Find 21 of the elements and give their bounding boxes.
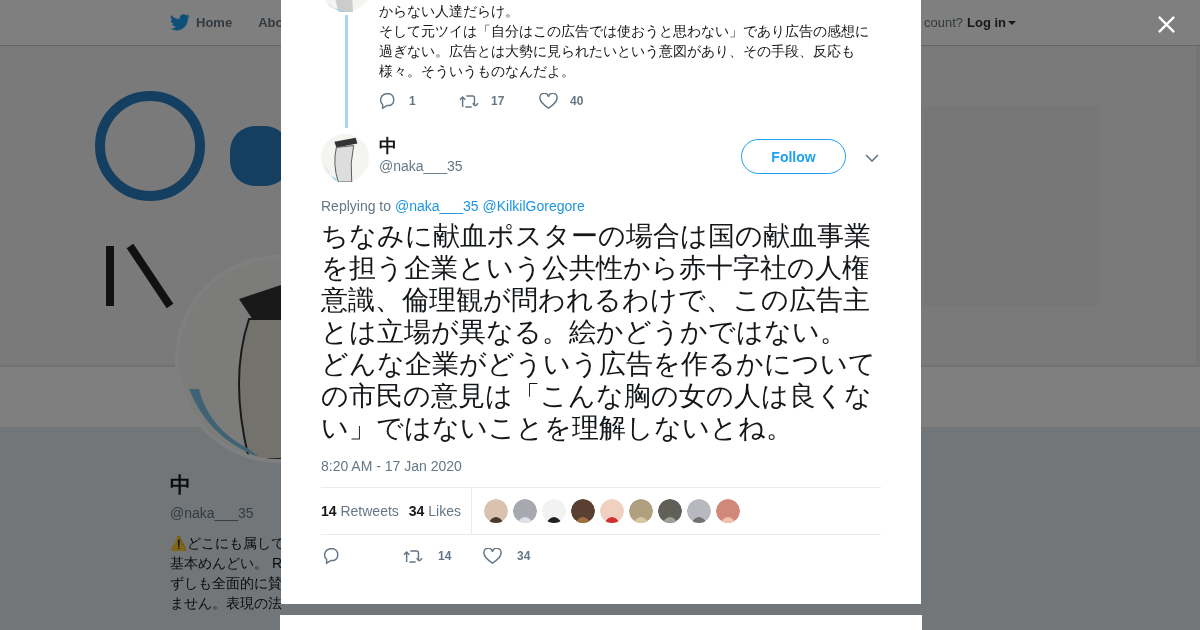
timestamp: 8:20 AM - 17 Jan 2020: [321, 458, 463, 474]
tweet-text: からない人達だらけ。: [379, 2, 520, 21]
profile-handle: @naka___35: [170, 505, 255, 521]
bird-icon: [170, 14, 190, 31]
stat-link[interactable]: 34 Likes: [408, 503, 461, 519]
account-prompt: count?: [923, 15, 963, 30]
nav-link[interactable]: Home: [170, 14, 233, 31]
bio-text: ずしも全面的に賛: [170, 574, 281, 593]
profile-name: 中: [170, 472, 192, 498]
heart-icon: [483, 547, 502, 565]
stat-link[interactable]: 14 Retweets: [321, 503, 399, 519]
retweet-icon: [403, 547, 423, 565]
login-link[interactable]: Log in: [967, 15, 1016, 30]
like-button[interactable]: 34: [483, 547, 563, 565]
close-icon[interactable]: [1157, 15, 1176, 34]
reply-icon: [323, 547, 341, 565]
bio-text: ません。表現の法: [170, 594, 281, 613]
caret-icon: [1008, 20, 1016, 25]
tweet-text: どんな企業がどういう広告を作るかについての市民の意見は「こんな胸の女の人は良くない」ではないことを理解しないとね。: [321, 348, 877, 444]
retweet-button[interactable]: 14: [403, 547, 483, 565]
bio-text: 基本めんどい。 R: [170, 554, 281, 573]
